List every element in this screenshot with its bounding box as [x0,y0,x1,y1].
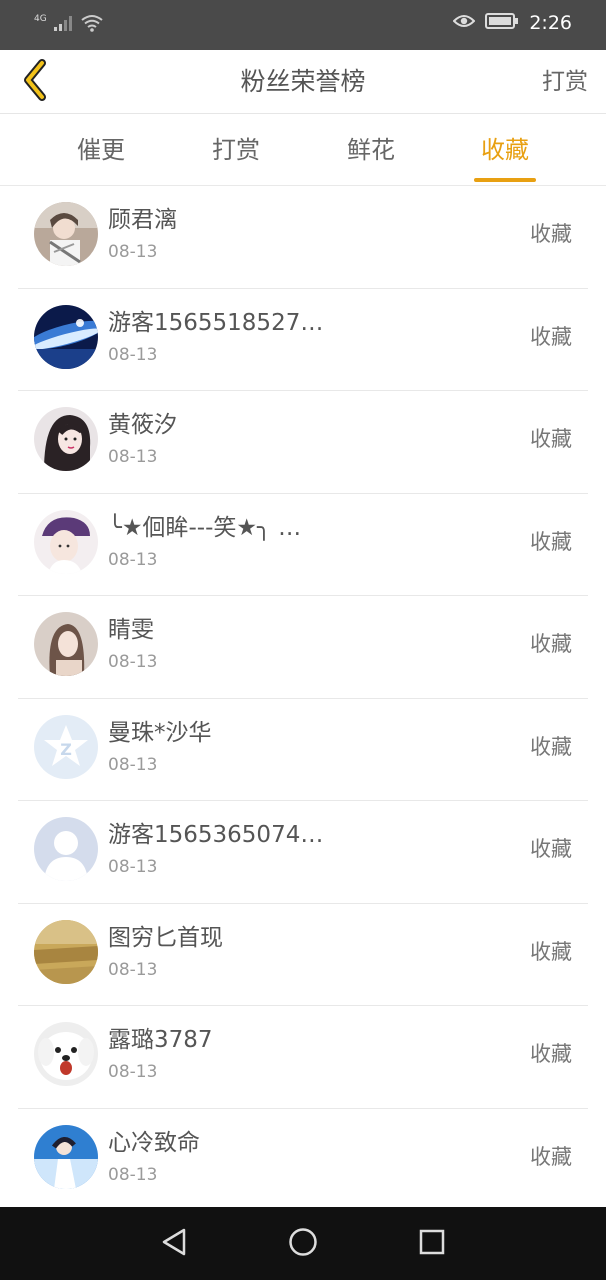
tab-label: 催更 [77,136,125,164]
user-avatar [34,1124,98,1189]
user-avatar [34,509,98,574]
item-type-label: 收藏 [530,632,572,656]
item-type-label: 收藏 [530,837,572,861]
user-name: 心冷致命 [108,1129,200,1156]
nav-home-button[interactable] [283,1224,323,1264]
page-title: 粉丝荣誉榜 [240,67,366,96]
user-name: 曼珠*沙华 [108,719,212,746]
battery-icon [485,12,519,34]
user-name: ╰★佪眸---笑★╮ … [108,514,302,541]
qq-logo-avatar: Z [34,714,98,779]
chevron-left-icon [20,59,52,105]
default-user-avatar [34,817,98,881]
user-name: 图穷匕首现 [108,924,223,951]
tab-flowers[interactable]: 鲜花 [340,114,402,186]
fan-list: 顾君漓 08-13 收藏 游客1565518527… 08-13 收藏 黄筱汐 … [0,186,606,1207]
item-type-label: 收藏 [530,1144,572,1169]
item-date: 08-13 [108,242,158,262]
circle-home-icon [288,1227,318,1261]
network-type: 4G [34,14,47,24]
tab-label: 打赏 [212,136,260,164]
square-recents-icon [419,1229,445,1259]
item-date: 08-13 [108,344,158,365]
system-nav-bar [0,1207,606,1280]
eye-comfort-icon [452,13,476,33]
item-type-label: 收藏 [530,529,572,554]
wifi-icon [81,14,103,36]
app-header: 粉丝荣誉榜 打赏 [0,50,606,114]
item-date: 08-13 [108,652,158,672]
user-avatar [34,407,98,471]
user-name: 游客1565365074… [108,822,324,848]
list-item[interactable]: 黄筱汐 08-13 收藏 [0,391,606,494]
svg-text:Z: Z [60,740,72,759]
item-date: 08-13 [108,959,158,980]
list-item[interactable]: 游客1565365074… 08-13 收藏 [0,801,606,904]
user-name: 黄筱汐 [108,412,177,438]
list-item[interactable]: ╰★佪眸---笑★╮ … 08-13 收藏 [0,494,606,596]
nav-recents-button[interactable] [412,1224,452,1264]
status-left: 4G [34,14,103,36]
item-type-label: 收藏 [530,1042,572,1066]
item-date: 08-13 [108,1164,158,1185]
list-item[interactable]: 图穷匕首现 08-13 收藏 [0,904,606,1006]
list-item[interactable]: 露璐3787 08-13 收藏 [0,1006,606,1109]
back-button[interactable] [12,56,60,108]
clock: 2:26 [529,12,572,34]
tip-button[interactable]: 打赏 [542,50,588,114]
tab-tips[interactable]: 打赏 [205,114,267,186]
item-date: 08-13 [108,447,158,467]
user-avatar [34,202,98,266]
item-date: 08-13 [108,549,158,570]
list-item[interactable]: 心冷致命 08-13 收藏 [0,1109,606,1208]
item-date: 08-13 [108,857,158,877]
user-name: 顾君漓 [108,207,177,233]
user-avatar [34,612,98,676]
item-date: 08-13 [108,1062,158,1082]
list-item[interactable]: 顾君漓 08-13 收藏 [0,186,606,289]
user-name: 游客1565518527… [108,309,324,336]
triangle-back-icon [160,1227,188,1261]
user-name: 露璐3787 [108,1027,213,1053]
item-type-label: 收藏 [530,939,572,964]
tab-urge-update[interactable]: 催更 [70,114,132,186]
status-bar: 4G 2:26 [0,0,606,50]
user-name: 睛雯 [108,617,154,643]
user-avatar [34,919,98,984]
tab-bar: 催更 打赏 鲜花 收藏 [0,114,606,186]
signal-icon [53,14,75,36]
item-type-label: 收藏 [530,734,572,759]
item-type-label: 收藏 [530,222,572,246]
nav-back-button[interactable] [154,1224,194,1264]
list-item[interactable]: 睛雯 08-13 收藏 [0,596,606,699]
status-right: 2:26 [452,12,572,34]
list-item[interactable]: 游客1565518527… 08-13 收藏 [0,289,606,391]
tab-label: 收藏 [481,136,529,164]
tab-label: 鲜花 [347,136,395,164]
active-tab-indicator [474,178,536,182]
list-item[interactable]: Z 曼珠*沙华 08-13 收藏 [0,699,606,801]
tab-favorites[interactable]: 收藏 [474,114,536,186]
item-type-label: 收藏 [530,427,572,451]
item-type-label: 收藏 [530,324,572,349]
item-date: 08-13 [108,754,158,775]
user-avatar [34,1022,98,1086]
user-avatar [34,304,98,369]
